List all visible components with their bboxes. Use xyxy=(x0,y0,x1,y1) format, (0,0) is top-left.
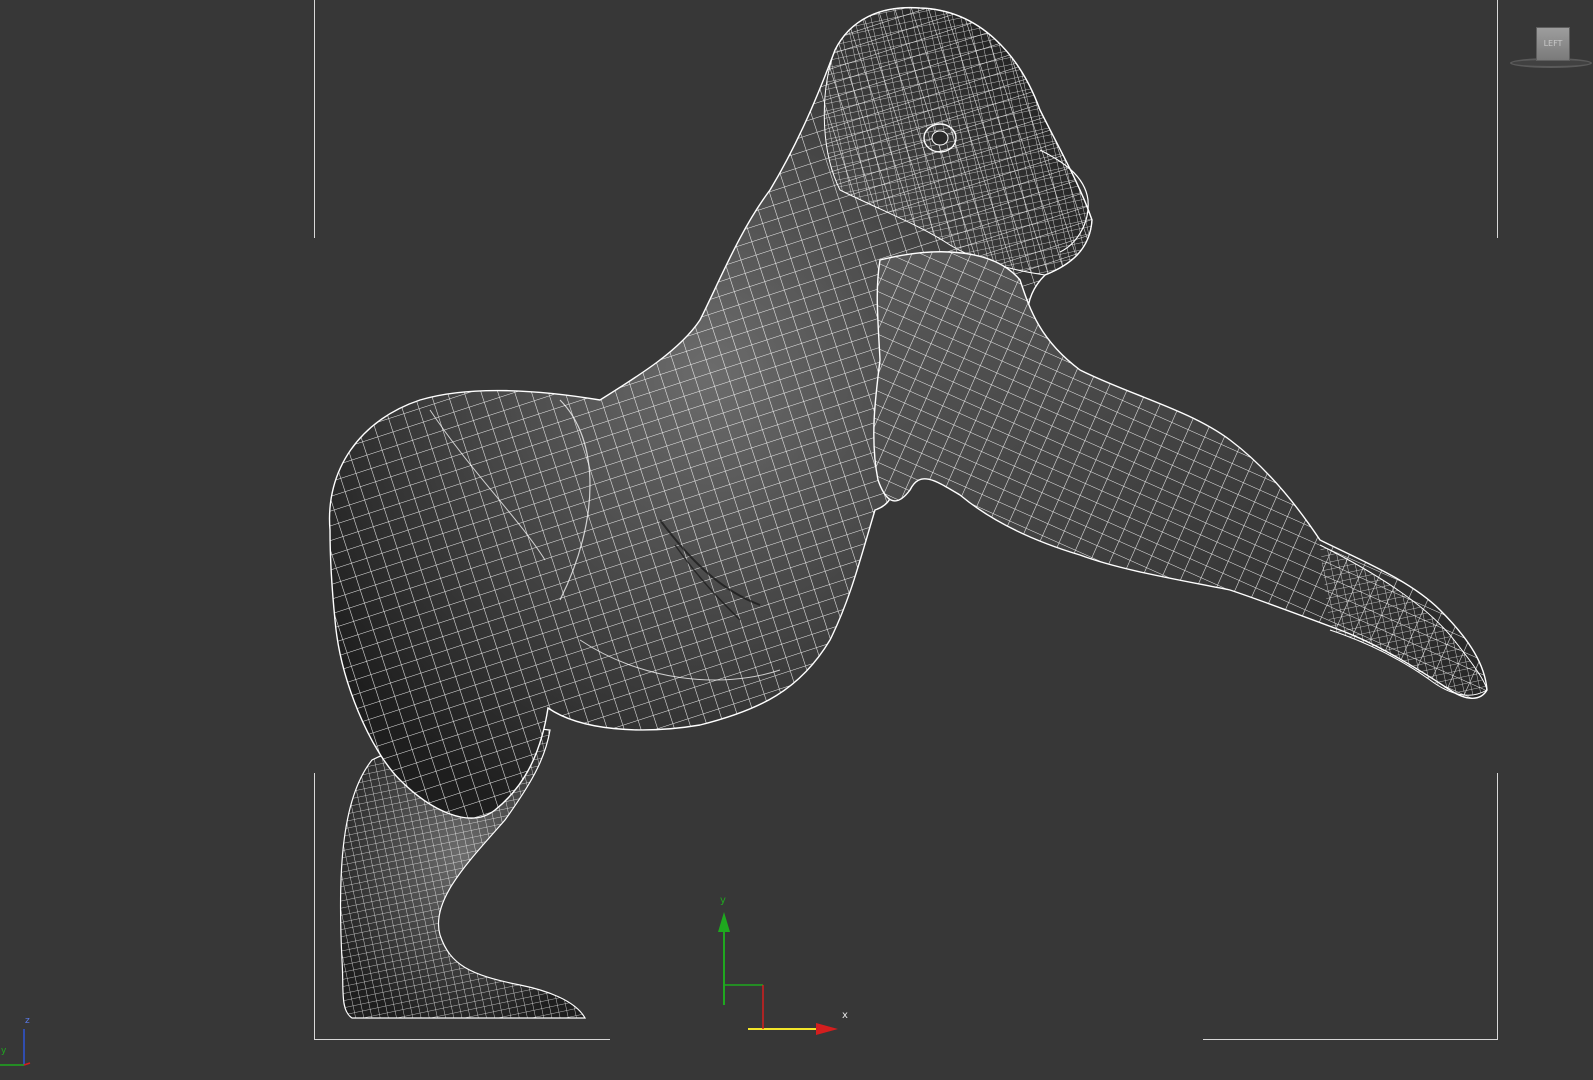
safe-frame-left-bottom xyxy=(314,773,315,1039)
gizmo-x-arrow[interactable] xyxy=(816,1023,838,1035)
viewport-left[interactable]: y x z y LEFT xyxy=(0,0,1593,1080)
gizmo-y-label: y xyxy=(720,895,726,906)
world-axis-z-label: z xyxy=(25,1016,30,1026)
viewcube[interactable]: LEFT xyxy=(1508,22,1592,72)
gizmo-y-arrow[interactable] xyxy=(718,912,730,932)
transform-gizmo[interactable] xyxy=(700,890,860,1040)
viewcube-left-face[interactable]: LEFT xyxy=(1536,27,1570,61)
safe-frame-left-top xyxy=(314,0,315,238)
safe-frame-bottom-right xyxy=(1203,1039,1498,1040)
safe-frame-right-top xyxy=(1497,0,1498,238)
world-axis-y-label: y xyxy=(1,1046,7,1056)
world-axis-tripod xyxy=(0,1029,31,1066)
arm-mesh xyxy=(873,251,1488,699)
safe-frame-bottom-left xyxy=(314,1039,610,1040)
safe-frame-right-bottom xyxy=(1497,773,1498,1039)
gizmo-x-label: x xyxy=(842,1010,848,1021)
